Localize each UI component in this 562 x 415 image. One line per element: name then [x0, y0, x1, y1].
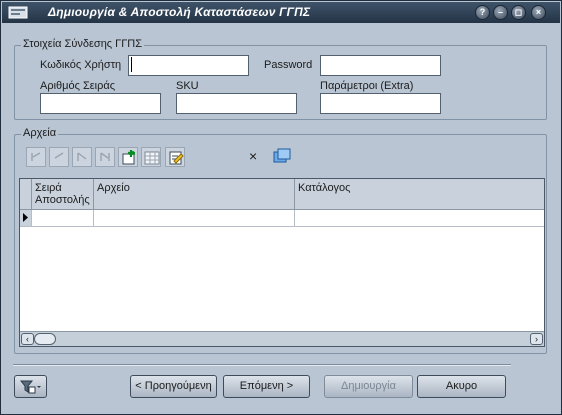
- next-button[interactable]: Επόμενη >: [223, 375, 310, 398]
- column-header-directory[interactable]: Κατάλογος: [295, 179, 544, 210]
- password-field[interactable]: [320, 55, 441, 76]
- text-caret: [131, 57, 132, 72]
- delete-icon[interactable]: ×: [249, 147, 257, 165]
- sku-field[interactable]: [176, 93, 297, 114]
- column-header-serial[interactable]: Σειρά Αποστολής: [32, 179, 94, 210]
- sku-label: SKU: [176, 80, 199, 92]
- column-header-file[interactable]: Αρχείο: [94, 179, 295, 210]
- scroll-thumb[interactable]: [34, 333, 56, 345]
- wizard-window: Δημιουργία & Αποστολή Καταστάσεων ΓΓΠΣ ?…: [0, 0, 562, 415]
- serial-field[interactable]: [40, 93, 161, 114]
- add-record-icon[interactable]: [118, 147, 138, 167]
- app-icon: [8, 6, 28, 19]
- username-field[interactable]: [128, 55, 249, 76]
- create-button[interactable]: Δημιουργία: [324, 375, 413, 398]
- row-indicator[interactable]: [20, 210, 32, 227]
- row-indicator-header: [20, 179, 32, 210]
- last-record-icon[interactable]: [95, 147, 115, 167]
- table-cell-serial[interactable]: [32, 210, 94, 227]
- password-label: Password: [264, 59, 313, 71]
- table-cell-file[interactable]: [94, 210, 295, 227]
- window-title: Δημιουργία & Αποστολή Καταστάσεων ΓΓΠΣ: [48, 5, 311, 19]
- restore-icon[interactable]: ◻: [511, 5, 526, 20]
- serial-label: Αριθμός Σειράς: [40, 80, 116, 92]
- scroll-right-icon[interactable]: ›: [530, 333, 543, 345]
- next-record-icon[interactable]: [72, 147, 92, 167]
- help-icon[interactable]: ?: [475, 5, 490, 20]
- connection-group-title: Στοιχεία Σύνδεσης ΓΓΠΣ: [21, 38, 145, 50]
- scroll-left-icon[interactable]: ‹: [21, 333, 34, 345]
- browse-folder-icon[interactable]: [273, 148, 291, 164]
- filter-button[interactable]: [14, 375, 47, 398]
- first-record-icon[interactable]: [26, 147, 46, 167]
- edit-record-icon[interactable]: [165, 147, 185, 167]
- username-label: Κωδικός Χρήστη: [40, 59, 122, 71]
- horizontal-scrollbar[interactable]: ‹ ›: [20, 331, 544, 346]
- table-cell-directory[interactable]: [295, 210, 544, 227]
- files-group-title: Αρχεία: [21, 127, 59, 139]
- footer-separator: [13, 364, 511, 366]
- extra-parameters-label: Παράμετροι (Extra): [320, 80, 414, 92]
- minimize-icon[interactable]: –: [493, 5, 508, 20]
- title-bar[interactable]: Δημιουργία & Αποστολή Καταστάσεων ΓΓΠΣ ?…: [2, 2, 560, 23]
- close-icon[interactable]: ×: [531, 5, 546, 20]
- grid-view-icon[interactable]: [141, 147, 161, 167]
- filter-icon: [19, 380, 41, 394]
- cancel-button[interactable]: Ακυρο: [417, 375, 506, 398]
- extra-parameters-field[interactable]: [320, 93, 441, 114]
- previous-record-icon[interactable]: [49, 147, 69, 167]
- files-grid: Σειρά Αποστολής Αρχείο Κατάλογος ‹ ›: [19, 178, 545, 347]
- current-row-arrow-icon: [23, 213, 28, 222]
- previous-button[interactable]: < Προηγούμενη: [130, 375, 217, 398]
